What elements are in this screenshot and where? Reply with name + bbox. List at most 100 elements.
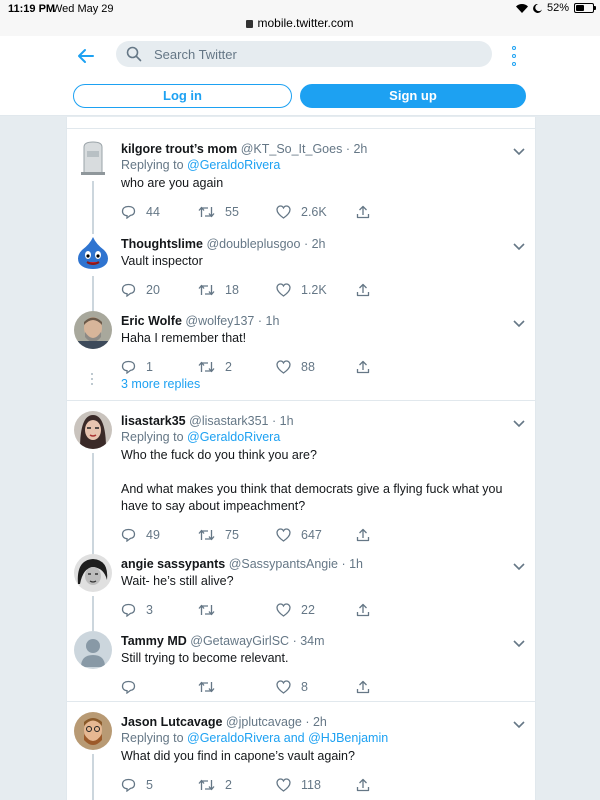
share-button[interactable] <box>356 778 370 792</box>
avatar[interactable] <box>74 554 112 592</box>
author-handle[interactable]: @GetawayGirlSC <box>190 634 289 648</box>
reply-button[interactable]: 20 <box>121 283 198 297</box>
retweet-button[interactable]: 55 <box>198 205 276 219</box>
tweet-header: Eric Wolfe @wolfey137 · 1h <box>121 301 521 329</box>
avatar[interactable] <box>74 712 112 750</box>
mention-link[interactable]: @GeraldoRivera <box>187 731 280 745</box>
like-button[interactable]: 8 <box>276 680 356 694</box>
reply-icon <box>121 205 136 219</box>
retweet-button[interactable] <box>198 680 276 694</box>
status-date: Wed May 29 <box>52 3 114 15</box>
tweet-actions: 20 18 1.2K <box>121 278 521 302</box>
share-button[interactable] <box>356 603 370 617</box>
author-name[interactable]: Thoughtslime <box>121 237 203 251</box>
back-arrow-icon[interactable] <box>76 46 98 68</box>
author-name[interactable]: Jason Lutcavage <box>121 715 222 729</box>
tweet-text: What did you find in capone’s vault agai… <box>121 749 355 763</box>
author-name[interactable]: Tammy MD <box>121 634 187 648</box>
heart-icon <box>276 778 291 792</box>
chevron-down-icon[interactable] <box>513 716 525 734</box>
author-handle[interactable]: @jplutcavage <box>226 715 302 729</box>
tweet-text: Who the fuck do you think you are? And w… <box>121 448 503 513</box>
chevron-down-icon[interactable] <box>513 635 525 653</box>
avatar[interactable] <box>74 311 112 349</box>
share-button[interactable] <box>356 283 370 297</box>
reply-button[interactable]: 3 <box>121 603 198 617</box>
share-icon <box>356 528 370 542</box>
like-count: 647 <box>301 528 322 542</box>
author-handle[interactable]: @wolfey137 <box>185 314 254 328</box>
author-name[interactable]: lisastark35 <box>121 414 186 428</box>
search-bar[interactable] <box>116 41 492 67</box>
tweet[interactable]: Eric Wolfe @wolfey137 · 1h Haha I rememb… <box>67 301 535 374</box>
mention-link[interactable]: @HJBenjamin <box>308 731 388 745</box>
reply-button[interactable]: 44 <box>121 205 198 219</box>
search-icon <box>126 46 142 67</box>
thread-line <box>92 621 94 631</box>
address-bar[interactable]: mobile.twitter.com <box>0 16 600 30</box>
tweet-text: Wait- he’s still alive? <box>121 574 234 588</box>
more-replies-label[interactable]: 3 more replies <box>121 377 200 391</box>
mention-link[interactable]: @GeraldoRivera <box>187 158 280 172</box>
author-name[interactable]: Eric Wolfe <box>121 314 182 328</box>
reply-count: 49 <box>146 528 160 542</box>
chevron-down-icon[interactable] <box>513 315 525 333</box>
like-button[interactable]: 118 <box>276 778 356 792</box>
avatar[interactable] <box>74 139 112 177</box>
avatar[interactable] <box>74 631 112 669</box>
retweet-icon <box>198 604 215 616</box>
tweet[interactable]: Thoughtslime @doubleplusgoo · 2h Vault i… <box>67 224 535 306</box>
share-button[interactable] <box>356 528 370 542</box>
like-button[interactable]: 647 <box>276 528 356 542</box>
share-button[interactable] <box>356 205 370 219</box>
author-handle[interactable]: @lisastark351 <box>189 414 268 428</box>
tweet[interactable]: Jason Lutcavage @jplutcavage · 2h Replyi… <box>67 702 535 800</box>
like-button[interactable]: 1.2K <box>276 283 356 297</box>
tweet[interactable]: angie sassypants @SassypantsAngie · 1h W… <box>67 544 535 626</box>
reply-count: 44 <box>146 205 160 219</box>
reply-icon <box>121 528 136 542</box>
retweet-button[interactable]: 75 <box>198 528 276 542</box>
heart-icon <box>276 283 291 297</box>
retweet-count: 75 <box>225 528 239 542</box>
retweet-button[interactable]: 18 <box>198 283 276 297</box>
share-button[interactable] <box>356 680 370 694</box>
author-handle[interactable]: @KT_So_It_Goes <box>241 142 343 156</box>
tweet-time[interactable]: · 2h <box>305 715 327 729</box>
login-button[interactable]: Log in <box>73 84 292 108</box>
chevron-down-icon[interactable] <box>513 143 525 161</box>
chevron-down-icon[interactable] <box>513 558 525 576</box>
retweet-button[interactable] <box>198 603 276 617</box>
tweet-time[interactable]: · 2h <box>346 142 368 156</box>
author-name[interactable]: kilgore trout’s mom <box>121 142 237 156</box>
tweet-time[interactable]: · 34m <box>293 634 325 648</box>
reply-button[interactable]: 5 <box>121 778 198 792</box>
mention-link[interactable]: @GeraldoRivera <box>187 430 280 444</box>
author-name[interactable]: angie sassypants <box>121 557 225 571</box>
tweet-time[interactable]: · 1h <box>272 414 294 428</box>
status-indicators: 52% <box>515 2 596 14</box>
like-button[interactable]: 22 <box>276 603 356 617</box>
more-options-icon[interactable] <box>508 46 520 66</box>
search-input[interactable] <box>154 41 474 67</box>
avatar[interactable] <box>74 234 112 272</box>
retweet-button[interactable]: 2 <box>198 778 276 792</box>
tweet-time[interactable]: · 2h <box>304 237 326 251</box>
reply-button[interactable]: 49 <box>121 528 198 542</box>
tweet-time[interactable]: · 1h <box>258 314 280 328</box>
chevron-down-icon[interactable] <box>513 238 525 256</box>
tweet[interactable]: kilgore trout’s mom @KT_So_It_Goes · 2h … <box>67 129 535 229</box>
more-replies-link[interactable]: 3 more replies <box>67 371 535 401</box>
author-handle[interactable]: @doubleplusgoo <box>206 237 300 251</box>
tweet-time[interactable]: · 1h <box>341 557 363 571</box>
share-icon <box>356 680 370 694</box>
tweet[interactable]: Tammy MD @GetawayGirlSC · 34m Still tryi… <box>67 621 535 702</box>
tweet[interactable]: lisastark35 @lisastark351 · 1h Replying … <box>67 401 535 549</box>
signup-button[interactable]: Sign up <box>300 84 526 108</box>
reply-button[interactable] <box>121 680 198 694</box>
like-button[interactable]: 2.6K <box>276 205 356 219</box>
url-text: mobile.twitter.com <box>257 16 354 30</box>
avatar[interactable] <box>74 411 112 449</box>
chevron-down-icon[interactable] <box>513 415 525 433</box>
author-handle[interactable]: @SassypantsAngie <box>229 557 338 571</box>
